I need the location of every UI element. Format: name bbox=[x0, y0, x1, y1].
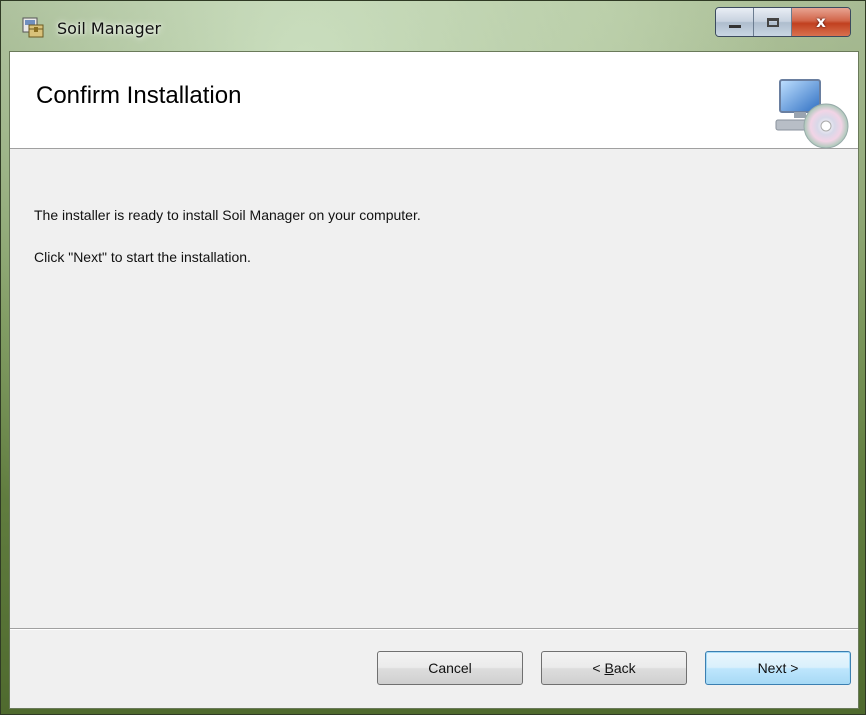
cancel-button[interactable]: Cancel bbox=[377, 651, 523, 685]
minimize-button[interactable] bbox=[716, 8, 754, 36]
minimize-icon bbox=[728, 24, 741, 28]
back-button[interactable]: < Back bbox=[541, 651, 687, 685]
maximize-button[interactable] bbox=[754, 8, 792, 36]
back-button-mnemonic: B bbox=[604, 660, 614, 676]
back-button-prefix: < bbox=[592, 660, 605, 676]
page-title: Confirm Installation bbox=[36, 82, 242, 109]
installer-window: Soil Manager x Confirm Installation The … bbox=[0, 0, 866, 715]
close-icon: x bbox=[816, 13, 826, 31]
back-button-rest: ack bbox=[613, 660, 636, 676]
title-bar[interactable]: Soil Manager x bbox=[1, 1, 866, 51]
maximize-icon bbox=[766, 17, 779, 27]
close-button[interactable]: x bbox=[792, 8, 850, 36]
caption-buttons: x bbox=[715, 7, 851, 37]
next-button[interactable]: Next > bbox=[705, 651, 851, 685]
client-area: Confirm Installation The installer is re… bbox=[9, 51, 859, 709]
window-title: Soil Manager bbox=[57, 19, 162, 38]
computer-cd-icon bbox=[775, 79, 849, 149]
instruction-message: Click "Next" to start the installation. bbox=[34, 249, 251, 265]
header-banner: Confirm Installation bbox=[10, 52, 858, 149]
footer-divider bbox=[10, 628, 858, 630]
ready-message: The installer is ready to install Soil M… bbox=[34, 207, 421, 223]
installer-package-icon bbox=[22, 17, 44, 38]
